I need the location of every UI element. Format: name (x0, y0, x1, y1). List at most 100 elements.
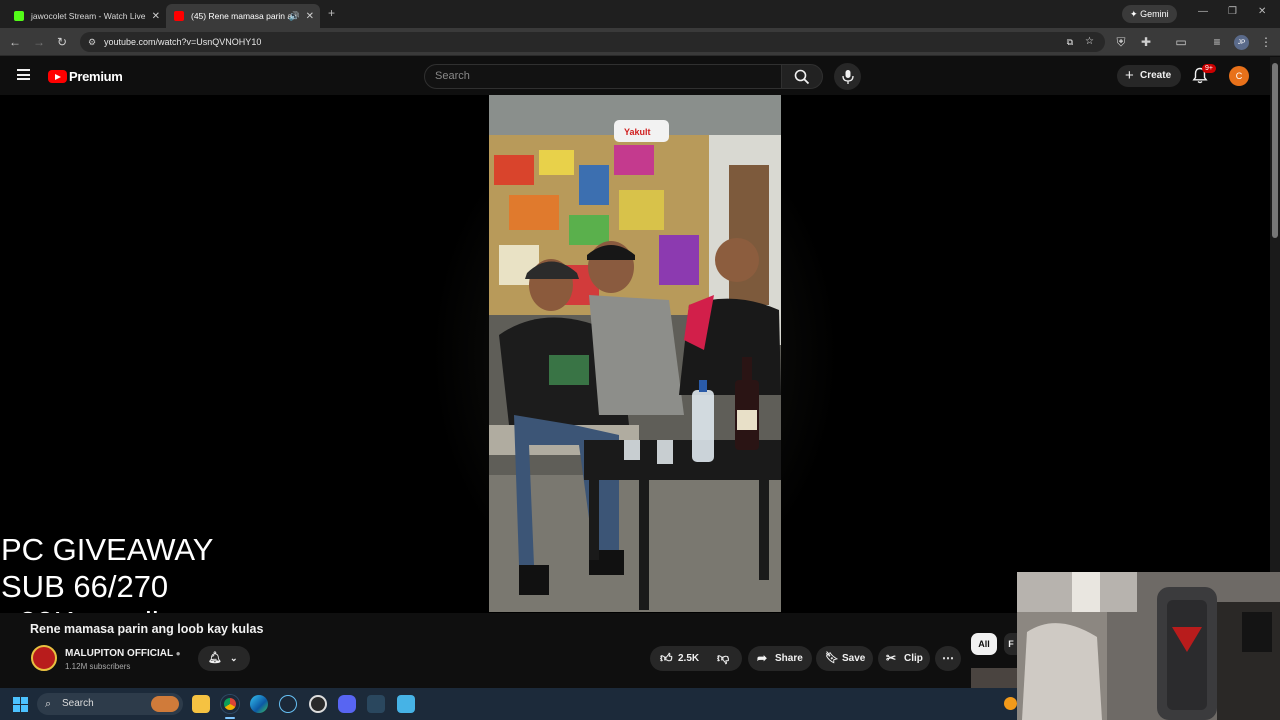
search-input[interactable]: Search (424, 64, 782, 89)
page-scrollbar[interactable] (1270, 57, 1280, 572)
site-info-icon[interactable]: ⚙ (88, 32, 96, 52)
browser-tab-strip: jawocolet Stream - Watch Live ✕ (45) Ren… (0, 0, 1280, 28)
save-button[interactable]: 🔖︎ Save (816, 646, 873, 671)
taskbar-search[interactable]: ⌕ Search (37, 693, 183, 715)
webcam-overlay (1017, 572, 1280, 720)
overlay-line: PC GIVEAWAY (1, 532, 214, 567)
subscriber-count: 1.12M subscribers (65, 662, 131, 671)
clip-button[interactable]: ✂ Clip (878, 646, 930, 671)
channel-name-text: MALUPITON OFFICIAL (65, 648, 173, 659)
notepad-icon[interactable] (397, 695, 415, 713)
youtube-play-icon (48, 70, 67, 83)
close-icon[interactable]: ✕ (152, 11, 160, 22)
chip-next[interactable]: F (1004, 633, 1018, 655)
extensions-icon[interactable]: ✚ (1138, 34, 1154, 50)
discord-icon[interactable] (338, 695, 356, 713)
shield-icon[interactable]: ⛨ (1113, 34, 1129, 50)
channel-avatar[interactable] (31, 645, 57, 671)
channel-name[interactable]: MALUPITON OFFICIAL ● (65, 648, 181, 659)
video-scene-image: Yakult (489, 95, 781, 612)
webcam-image (1017, 572, 1280, 720)
premium-label: Premium (69, 69, 123, 84)
subscribe-bell-button[interactable]: 🔔︎ ⌄ (198, 646, 250, 671)
active-app-indicator (225, 717, 235, 719)
taskbar-search-label: Search (62, 698, 94, 709)
like-count: 2.5K (678, 653, 700, 664)
youtube-logo[interactable]: Premium (48, 69, 123, 84)
svg-text:Yakult: Yakult (624, 127, 651, 137)
dislike-button[interactable]: 👎︎ (712, 646, 742, 671)
hamburger-menu-icon[interactable] (17, 69, 30, 80)
search-button[interactable] (781, 64, 823, 89)
youtube-header: Premium Search + Create 9+ C (0, 57, 1270, 95)
share-label: Share (775, 653, 803, 664)
clip-label: Clip (904, 653, 923, 664)
tab-title: (45) Rene mamasa parin an (191, 11, 297, 21)
video-player[interactable]: Yakult PC GIVEAWAY SUB 66/270 (0, 95, 1270, 640)
create-button[interactable]: + Create (1117, 65, 1181, 87)
video-title: Rene mamasa parin ang loob kay kulas (30, 622, 264, 636)
reading-list-icon[interactable]: ≡ (1209, 34, 1225, 50)
voice-search-button[interactable] (834, 63, 861, 90)
address-bar[interactable]: ⚙ youtube.com/watch?v=UsnQVNOHY10 ⧉ ☆ (80, 32, 1105, 52)
windows-start-icon[interactable] (13, 697, 28, 712)
chip-all[interactable]: All (971, 633, 997, 655)
sparkle-icon: ✦ (1130, 9, 1138, 19)
maximize-button[interactable]: ❐ (1228, 6, 1237, 17)
tray-app-icon[interactable] (1004, 697, 1017, 710)
cast-icon[interactable]: ▭ (1173, 34, 1189, 50)
youtube-icon (174, 11, 184, 21)
plus-icon: + (1125, 67, 1134, 84)
search-icon: ⌕ (45, 698, 52, 710)
tab-jawocolet-stream[interactable]: jawocolet Stream - Watch Live ✕ (6, 4, 166, 28)
search-icon (794, 69, 810, 85)
kick-icon (14, 11, 24, 21)
browser-menu-icon[interactable]: ⋮ (1258, 34, 1274, 50)
notification-count-badge: 9+ (1202, 64, 1216, 73)
recommended-thumbnail[interactable] (971, 668, 1017, 688)
new-tab-button[interactable]: + (328, 6, 335, 20)
save-label: Save (842, 653, 866, 664)
obs-icon[interactable] (309, 695, 327, 713)
profile-avatar[interactable]: JP (1234, 35, 1249, 50)
reload-button[interactable]: ↻ (54, 34, 70, 50)
gemini-label: Gemini (1140, 9, 1169, 19)
share-button[interactable]: ➦ Share (748, 646, 812, 671)
thumbs-up-icon: 👍︎ (660, 651, 673, 665)
share-icon: ➦ (757, 651, 768, 665)
steam-icon[interactable] (279, 695, 297, 713)
more-actions-button[interactable]: ⋯ (935, 646, 961, 671)
account-avatar[interactable]: C (1229, 66, 1249, 86)
file-explorer-icon[interactable] (192, 695, 210, 713)
install-app-icon[interactable]: ⧉ (1067, 32, 1073, 52)
edge-icon[interactable] (250, 695, 268, 713)
bookmark-star-icon[interactable]: ☆ (1085, 32, 1094, 52)
gemini-button[interactable]: ✦ Gemini (1122, 5, 1177, 23)
back-button[interactable]: ← (7, 34, 23, 50)
tab-youtube-video[interactable]: (45) Rene mamasa parin an 🔊 ✕ (166, 4, 320, 28)
chevron-down-icon: ⌄ (230, 653, 238, 663)
chrome-icon[interactable] (221, 695, 239, 713)
thumbs-down-icon: 👎︎ (717, 651, 730, 665)
windows-taskbar: ⌕ Search (0, 688, 1017, 720)
notifications-button[interactable]: 9+ (1192, 64, 1216, 87)
scissors-icon: ✂ (886, 651, 897, 665)
speaker-icon[interactable]: 🔊 (289, 11, 300, 22)
create-label: Create (1140, 70, 1172, 81)
tab-title: jawocolet Stream - Watch Live (31, 11, 146, 21)
bell-icon: 🔔︎ (208, 652, 222, 664)
steam-client-icon[interactable] (367, 695, 385, 713)
close-window-button[interactable]: ✕ (1258, 6, 1266, 17)
search-highlight-icon (151, 696, 179, 712)
bookmark-icon: 🔖︎ (825, 652, 839, 664)
browser-toolbar: ← → ↻ ⚙ youtube.com/watch?v=UsnQVNOHY10 … (0, 28, 1280, 56)
minimize-button[interactable]: — (1198, 6, 1208, 17)
microphone-icon (841, 69, 854, 84)
forward-button[interactable]: → (31, 34, 47, 50)
url-text: youtube.com/watch?v=UsnQVNOHY10 (104, 37, 262, 47)
overlay-line: SUB 66/270 (1, 568, 169, 604)
like-button[interactable]: 👍︎ 2.5K (650, 646, 706, 671)
close-icon[interactable]: ✕ (306, 11, 314, 22)
verified-check-icon: ● (175, 649, 181, 658)
video-frame[interactable]: Yakult (489, 95, 781, 612)
